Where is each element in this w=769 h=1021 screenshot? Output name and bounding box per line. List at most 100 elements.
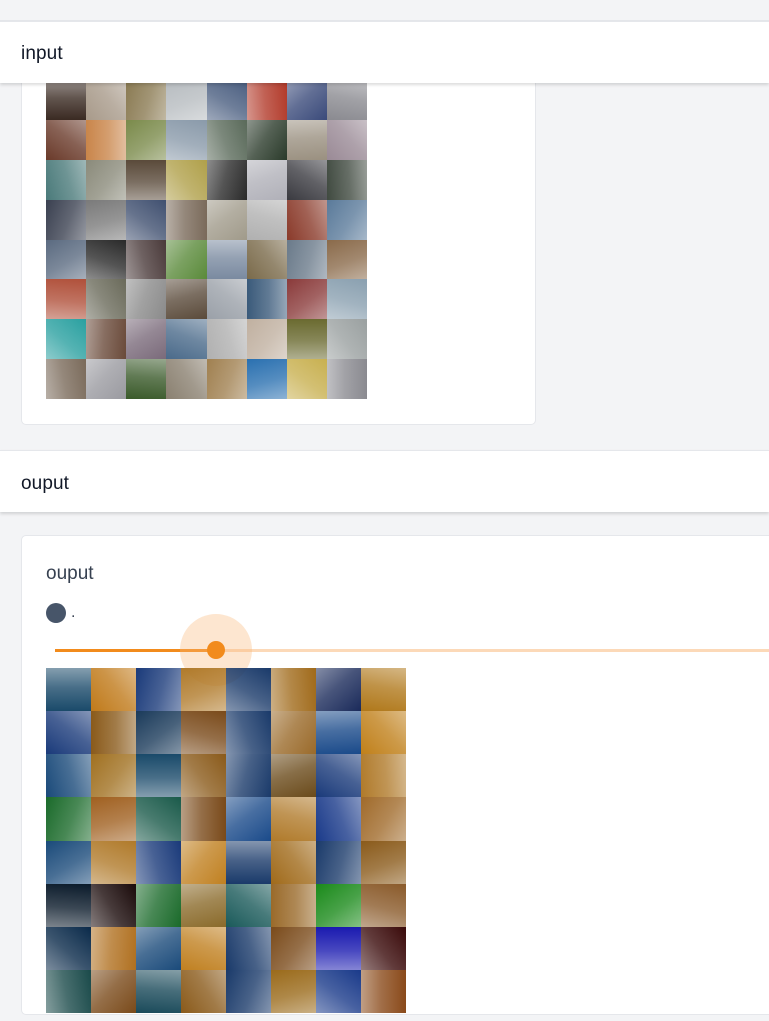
- output-image-tile: [136, 840, 181, 884]
- slider-thumb[interactable]: [206, 641, 225, 659]
- input-image-tile: [166, 239, 207, 280]
- input-image-tile: [326, 119, 367, 160]
- input-section-title: input: [21, 43, 63, 64]
- input-image-tile: [126, 239, 167, 280]
- output-image-tile: [271, 840, 316, 884]
- input-image-tile: [126, 119, 167, 160]
- output-image-tile: [316, 754, 361, 798]
- output-image-tile: [91, 883, 136, 927]
- input-image-tile: [246, 279, 287, 320]
- input-image-tile: [86, 119, 127, 160]
- input-image-tile: [126, 319, 167, 360]
- input-image-tile: [126, 159, 167, 200]
- input-image-tile: [326, 239, 367, 280]
- output-image-tile: [361, 797, 406, 841]
- input-image-tile: [246, 80, 287, 120]
- output-image-tile: [136, 969, 181, 1013]
- input-image-tile: [126, 279, 167, 320]
- legend-dot-icon: [46, 603, 66, 623]
- output-image-tile: [181, 668, 226, 712]
- output-image-tile: [91, 668, 136, 712]
- input-image-tile: [86, 239, 127, 280]
- output-image-tile: [181, 969, 226, 1013]
- input-image-tile: [206, 319, 247, 360]
- input-image-tile: [166, 119, 207, 160]
- input-image-tile: [206, 80, 247, 120]
- output-image-tile: [136, 883, 181, 927]
- output-image-tile: [271, 883, 316, 927]
- output-image-tile: [181, 926, 226, 970]
- output-section-header[interactable]: ouput: [0, 450, 769, 512]
- output-image-tile: [226, 711, 271, 755]
- output-image-tile: [316, 926, 361, 970]
- output-image-tile: [271, 969, 316, 1013]
- input-image-tile: [166, 319, 207, 360]
- input-image-tile: [326, 159, 367, 200]
- output-image-tile: [181, 840, 226, 884]
- output-image-tile: [271, 797, 316, 841]
- output-image-tile: [226, 797, 271, 841]
- output-image-tile: [136, 711, 181, 755]
- input-image-tile: [286, 119, 327, 160]
- output-image-tile: [271, 668, 316, 712]
- input-image-grid: [46, 80, 367, 399]
- output-image-tile: [136, 754, 181, 798]
- output-image-tile: [316, 797, 361, 841]
- output-image-tile: [46, 840, 91, 884]
- output-section-title: ouput: [21, 473, 70, 494]
- input-image-tile: [246, 119, 287, 160]
- input-image-tile: [166, 279, 207, 320]
- input-image-tile: [206, 199, 247, 240]
- input-image-tile: [246, 159, 287, 200]
- output-image-tile: [271, 711, 316, 755]
- input-image-tile: [126, 199, 167, 240]
- input-image-tile: [246, 359, 287, 399]
- input-section-header[interactable]: input: [0, 21, 769, 83]
- input-image-tile: [286, 199, 327, 240]
- input-image-tile: [86, 199, 127, 240]
- output-image-tile: [91, 711, 136, 755]
- output-image-tile: [136, 668, 181, 712]
- input-image-tile: [166, 199, 207, 240]
- input-image-tile: [286, 80, 327, 120]
- output-image-tile: [181, 754, 226, 798]
- output-image-tile: [46, 926, 91, 970]
- input-image-tile: [286, 319, 327, 360]
- input-image-tile: [286, 239, 327, 280]
- input-image-tile: [86, 80, 127, 120]
- output-image-tile: [46, 883, 91, 927]
- output-image-tile: [46, 668, 91, 712]
- input-image-tile: [206, 239, 247, 280]
- input-image-tile: [46, 359, 87, 399]
- output-image-tile: [46, 754, 91, 798]
- input-image-tile: [46, 159, 87, 200]
- output-image-tile: [46, 969, 91, 1013]
- input-image-tile: [86, 319, 127, 360]
- output-image-tile: [361, 711, 406, 755]
- output-image-tile: [316, 668, 361, 712]
- output-image-tile: [136, 797, 181, 841]
- output-image-tile: [226, 668, 271, 712]
- output-image-tile: [316, 969, 361, 1013]
- input-image-tile: [246, 199, 287, 240]
- output-image-tile: [361, 883, 406, 927]
- output-image-tile: [226, 969, 271, 1013]
- output-image-tile: [361, 668, 406, 712]
- input-image-tile: [206, 119, 247, 160]
- output-image-tile: [361, 926, 406, 970]
- output-image-tile: [91, 926, 136, 970]
- output-image-tile: [361, 969, 406, 1013]
- output-image-tile: [271, 754, 316, 798]
- input-image-tile: [246, 319, 287, 360]
- input-image-tile: [326, 279, 367, 320]
- output-image-tile: [361, 754, 406, 798]
- output-image-tile: [181, 711, 226, 755]
- input-image-tile: [326, 199, 367, 240]
- output-image-tile: [316, 840, 361, 884]
- output-image-tile: [226, 754, 271, 798]
- input-image-tile: [126, 80, 167, 120]
- output-image-tile: [316, 883, 361, 927]
- input-image-tile: [46, 199, 87, 240]
- input-image-tile: [326, 359, 367, 399]
- output-image-tile: [316, 711, 361, 755]
